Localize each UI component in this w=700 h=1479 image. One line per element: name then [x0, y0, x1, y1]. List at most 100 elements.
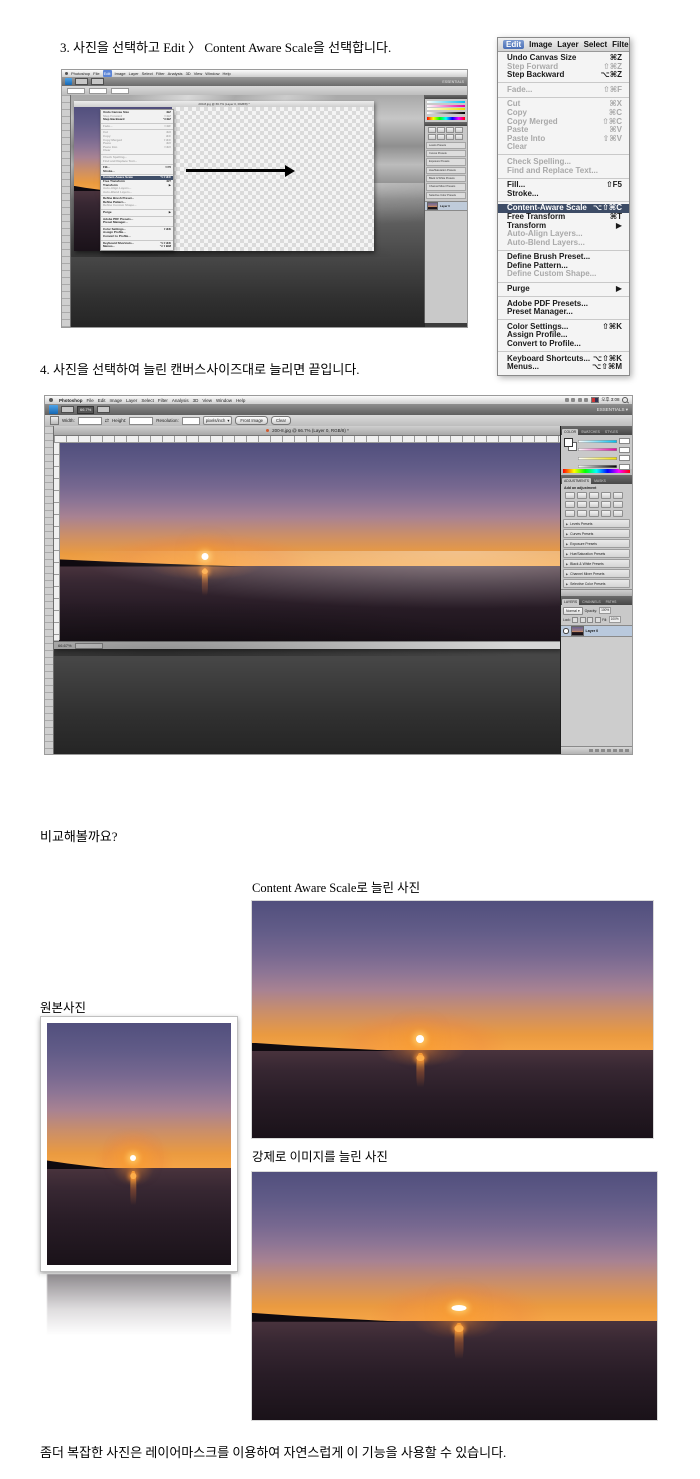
clock[interactable]: 오후 3:08 [601, 397, 619, 403]
adjustment-icon[interactable] [446, 127, 454, 133]
zoom-level[interactable]: 66.7% [77, 406, 94, 414]
eye-icon[interactable] [563, 628, 569, 634]
adjustment-icon[interactable] [577, 492, 587, 499]
menu-item[interactable] [498, 82, 629, 83]
view-tools-group[interactable] [75, 78, 88, 85]
menubar-item[interactable]: Layer [126, 397, 137, 404]
menubar-item[interactable]: Edit [98, 397, 106, 404]
panel-tab[interactable]: SWATCHES [579, 429, 602, 435]
adjustment-icon[interactable] [613, 501, 623, 508]
menu-item[interactable] [498, 319, 629, 320]
menubar-item[interactable]: Help [236, 397, 245, 404]
preset-row[interactable]: Channel Mixer Presets [426, 183, 466, 190]
arrange-tools-group[interactable] [91, 78, 104, 85]
adjustment-icon[interactable] [437, 127, 445, 133]
menu-item[interactable] [498, 250, 629, 251]
menubar-item[interactable]: Filte [612, 41, 628, 48]
menubar-item[interactable]: 3D [186, 70, 191, 77]
panel-tab[interactable]: COLOR [562, 429, 578, 435]
preset-row[interactable]: ▶Curves Presets [563, 529, 630, 538]
menubar-item[interactable]: 3D [193, 397, 199, 404]
panel-tab[interactable]: STYLES [603, 429, 620, 435]
menubar-item[interactable]: Photoshop [59, 397, 83, 404]
spotlight-icon[interactable] [622, 397, 628, 403]
menubar-item[interactable]: View [202, 397, 212, 404]
doc-info-box[interactable] [75, 643, 103, 649]
menubar-item[interactable]: File [93, 70, 99, 77]
menubar-item[interactable]: Select [584, 41, 608, 48]
menubar-item[interactable]: Analysis [172, 397, 189, 404]
opacity-value[interactable]: 100% [599, 607, 611, 614]
preset-row[interactable]: ▶Exposure Presets [563, 539, 630, 548]
black-slider[interactable] [578, 465, 617, 468]
cyan-value-box[interactable] [619, 438, 630, 444]
menubar-item[interactable]: Select [141, 397, 154, 404]
lock-transparency-icon[interactable] [572, 617, 578, 623]
menu-item[interactable] [101, 209, 173, 210]
menu-item[interactable]: Convert to Profile... [498, 340, 629, 349]
menu-item[interactable]: Purge▶ [101, 211, 173, 215]
width-input[interactable] [78, 417, 102, 425]
yellow-value-box[interactable] [619, 455, 630, 461]
adjustment-icon[interactable] [428, 127, 436, 133]
option-field[interactable] [89, 88, 107, 94]
adjustment-icon[interactable] [601, 492, 611, 499]
menubar-item[interactable]: Image [529, 41, 552, 48]
menu-item[interactable] [498, 154, 629, 155]
menu-item[interactable] [101, 174, 173, 175]
new-adjustment-icon[interactable] [607, 749, 611, 753]
adjustment-icon[interactable] [589, 492, 599, 499]
menu-item[interactable]: Menus...⌥⇧⌘M [498, 363, 629, 372]
menu-item[interactable] [498, 296, 629, 297]
adjustment-icon[interactable] [437, 134, 445, 140]
lock-position-icon[interactable] [587, 617, 593, 623]
adjustment-icon[interactable] [577, 501, 587, 508]
apple-icon[interactable] [49, 398, 53, 402]
adjustment-icon[interactable] [446, 134, 454, 140]
menu-item[interactable] [498, 201, 629, 202]
new-layer-icon[interactable] [619, 749, 623, 753]
menu-item[interactable] [101, 195, 173, 196]
height-input[interactable] [129, 417, 153, 425]
menu-item[interactable] [101, 129, 173, 130]
menubar-item[interactable]: Edit [103, 70, 112, 77]
preset-row[interactable]: Exposure Presets [426, 158, 466, 165]
link-layers-icon[interactable] [589, 749, 593, 753]
menu-item[interactable]: Clear [498, 143, 629, 152]
menu-item[interactable] [101, 240, 173, 241]
menu-item[interactable] [498, 178, 629, 179]
preset-row[interactable]: Selective Color Presets [426, 192, 466, 199]
black-value-box[interactable] [619, 464, 630, 470]
cyan-slider[interactable] [578, 440, 617, 443]
resolution-input[interactable] [182, 417, 200, 425]
menu-item[interactable]: Preset Manager... [498, 308, 629, 317]
color-ramp-mini[interactable] [427, 117, 465, 120]
adjustment-icon[interactable] [613, 492, 623, 499]
front-image-button[interactable]: Front Image [235, 416, 268, 425]
layer-style-icon[interactable] [595, 749, 599, 753]
option-field[interactable] [111, 88, 129, 94]
wifi-icon[interactable] [578, 398, 582, 402]
resolution-unit-select[interactable]: pixels/inch▾ [203, 416, 233, 425]
preset-row[interactable]: ▶Selective Color Presets [563, 579, 630, 588]
magenta-value-box[interactable] [619, 447, 630, 453]
menubar-item[interactable]: Filter [156, 70, 165, 77]
layer-row[interactable]: Layer 0 [561, 625, 632, 637]
menu-item[interactable]: Fade...⇧⌘F [101, 125, 173, 129]
tools-palette[interactable] [45, 426, 54, 754]
adjustment-icon[interactable] [601, 501, 611, 508]
menubar-item[interactable]: Image [110, 397, 123, 404]
menubar-item[interactable]: Layer [129, 70, 139, 77]
menubar-item[interactable]: Filter [158, 397, 168, 404]
menubar-item[interactable]: Edit [503, 40, 524, 49]
document-tab[interactable]: 200-8.jpg @ 66.7% (Layer 0, RGB/8) * [54, 426, 561, 436]
menubar-item[interactable]: Analysis [168, 70, 183, 77]
menubar-item[interactable]: Window [216, 397, 232, 404]
tools-palette[interactable] [62, 95, 71, 327]
adjustment-icon[interactable] [565, 501, 575, 508]
sync-status-icon[interactable] [565, 398, 569, 402]
clear-button[interactable]: Clear [271, 416, 291, 425]
crop-tool-icon[interactable] [50, 416, 59, 425]
menu-item[interactable]: Auto-Blend Layers... [498, 239, 629, 248]
preset-row[interactable]: ▶Channel Mixer Presets [563, 569, 630, 578]
